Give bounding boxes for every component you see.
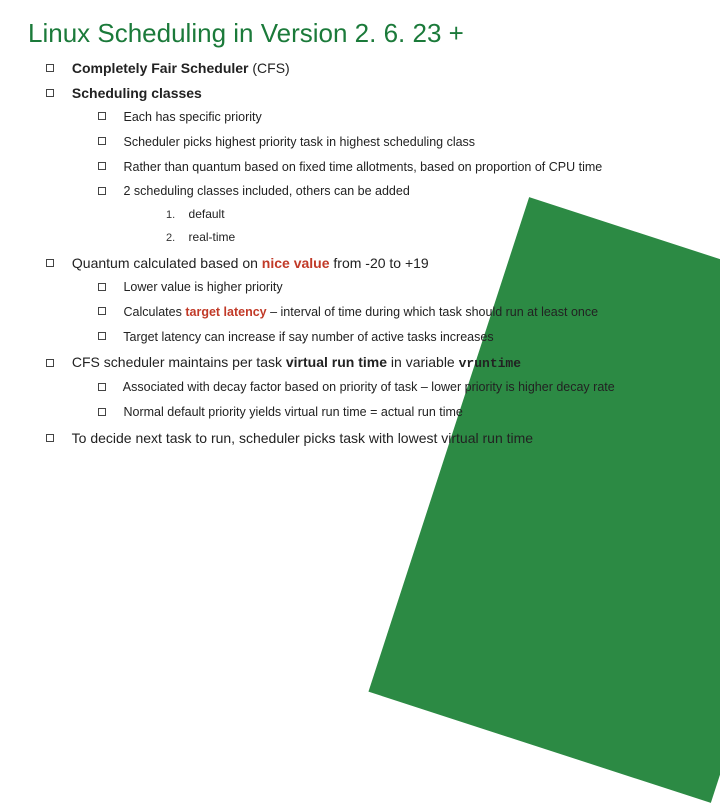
list-item: Scheduling classes Each has specific pri… xyxy=(46,84,692,246)
text: from -20 to +19 xyxy=(333,255,428,271)
square-bullet-icon xyxy=(98,307,106,315)
square-bullet-icon xyxy=(46,64,54,72)
text: Scheduler picks highest priority task in… xyxy=(123,135,475,149)
text: Each has specific priority xyxy=(123,110,261,124)
text: Quantum calculated based on xyxy=(72,255,258,271)
square-bullet-icon xyxy=(98,112,106,120)
list-item: CFS scheduler maintains per task virtual… xyxy=(46,353,692,420)
text: 2 scheduling classes included, others ca… xyxy=(123,184,409,198)
slide-title: Linux Scheduling in Version 2. 6. 23 + xyxy=(28,18,692,49)
list-item: Rather than quantum based on fixed time … xyxy=(98,159,692,176)
square-bullet-icon xyxy=(46,89,54,97)
text: real-time xyxy=(189,230,236,244)
square-bullet-icon xyxy=(46,434,54,442)
square-bullet-icon xyxy=(98,137,106,145)
text: Completely Fair Scheduler xyxy=(72,60,249,76)
text: in variable xyxy=(391,354,455,370)
text: CFS scheduler maintains per task xyxy=(72,354,282,370)
text: Target latency can increase if say numbe… xyxy=(123,330,493,344)
square-bullet-icon xyxy=(98,332,106,340)
code-text: vruntime xyxy=(459,356,521,371)
text: (CFS) xyxy=(252,60,289,76)
bullet-list-level1: Each has specific priority Scheduler pic… xyxy=(46,109,692,246)
square-bullet-icon xyxy=(98,408,106,416)
square-bullet-icon xyxy=(98,187,106,195)
list-item: Quantum calculated based on nice value f… xyxy=(46,254,692,346)
highlight-text: target latency xyxy=(185,305,266,319)
square-bullet-icon xyxy=(98,283,106,291)
numbered-list: 1. default 2. real-time xyxy=(98,206,692,246)
square-bullet-icon xyxy=(98,383,106,391)
square-bullet-icon xyxy=(46,259,54,267)
text: Scheduling classes xyxy=(72,85,202,101)
bullet-list-level0: Completely Fair Scheduler (CFS) Scheduli… xyxy=(28,59,692,448)
bullet-list-level1: Lower value is higher priority Calculate… xyxy=(46,279,692,346)
list-item: Target latency can increase if say numbe… xyxy=(98,329,692,346)
text: default xyxy=(189,207,225,221)
list-item: To decide next task to run, scheduler pi… xyxy=(46,429,692,448)
list-item: Calculates target latency – interval of … xyxy=(98,304,692,321)
number-marker: 2. xyxy=(166,232,175,244)
bold-text: virtual run time xyxy=(286,354,387,370)
square-bullet-icon xyxy=(46,359,54,367)
list-item: Scheduler picks highest priority task in… xyxy=(98,134,692,151)
text: To decide next task to run, scheduler pi… xyxy=(72,430,533,446)
highlight-text: nice value xyxy=(262,255,330,271)
text: Associated with decay factor based on pr… xyxy=(123,380,615,394)
list-item: Completely Fair Scheduler (CFS) xyxy=(46,59,692,78)
list-item: Lower value is higher priority xyxy=(98,279,692,296)
bullet-list-level1: Associated with decay factor based on pr… xyxy=(46,379,692,421)
text: Calculates xyxy=(123,305,181,319)
text: Lower value is higher priority xyxy=(123,280,282,294)
list-item: Normal default priority yields virtual r… xyxy=(98,404,692,421)
square-bullet-icon xyxy=(98,162,106,170)
list-item: Each has specific priority xyxy=(98,109,692,126)
text: Normal default priority yields virtual r… xyxy=(123,405,462,419)
number-marker: 1. xyxy=(166,209,175,221)
list-item: 2 scheduling classes included, others ca… xyxy=(98,183,692,246)
text: Rather than quantum based on fixed time … xyxy=(123,160,602,174)
list-item: 2. real-time xyxy=(166,229,692,246)
list-item: Associated with decay factor based on pr… xyxy=(98,379,692,396)
text: – interval of time during which task sho… xyxy=(270,305,598,319)
list-item: 1. default xyxy=(166,206,692,223)
